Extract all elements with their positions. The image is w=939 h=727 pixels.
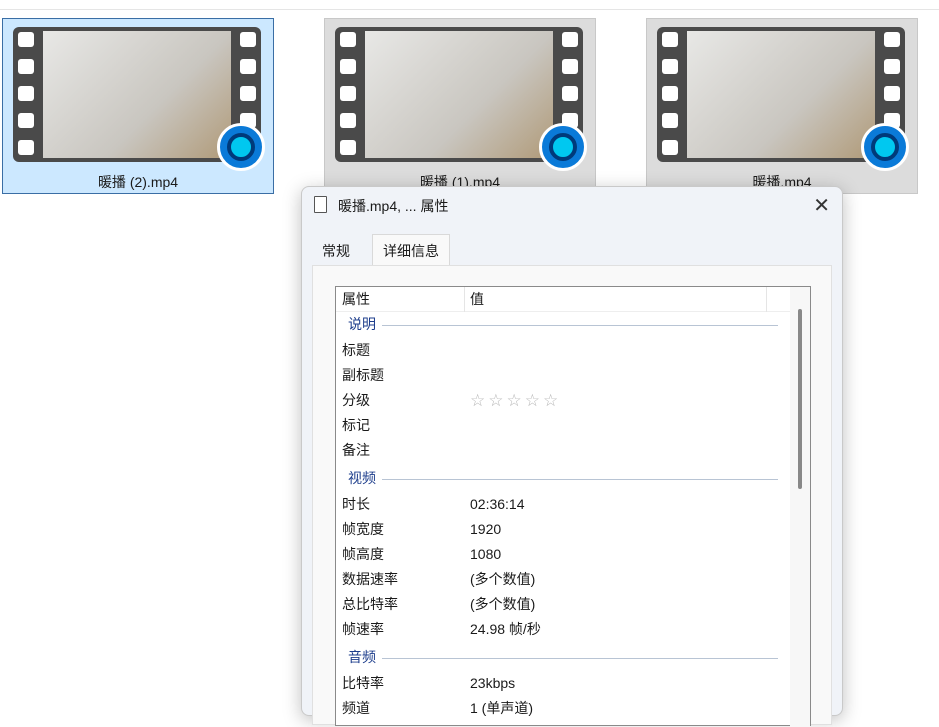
property-row[interactable]: 时长 02:36:14	[342, 492, 782, 517]
group-divider	[382, 325, 778, 326]
file-name: 暖播 (2).mp4	[97, 174, 179, 190]
property-name: 备注	[342, 442, 370, 458]
rating-stars[interactable]: ☆☆☆☆☆	[470, 388, 561, 413]
property-name: 比特率	[342, 675, 384, 691]
group-divider	[382, 479, 778, 480]
property-value: (多个数值)	[470, 596, 536, 612]
thumbnail-image	[365, 31, 553, 158]
property-value: 23kbps	[470, 675, 516, 691]
property-name: 分级	[342, 392, 370, 408]
column-header-value[interactable]: 值	[470, 287, 484, 312]
property-name: 标题	[342, 342, 370, 358]
file-tile[interactable]: 暖播.mp4	[646, 18, 918, 194]
thumbnail-image	[43, 31, 231, 158]
list-header: 属性 值	[336, 287, 790, 312]
property-row[interactable]: 帧宽度 1920	[342, 517, 782, 542]
property-name: 标记	[342, 417, 370, 433]
group-audio: 音频	[348, 649, 376, 665]
tab-details[interactable]: 详细信息	[372, 234, 450, 265]
column-header-property[interactable]: 属性	[342, 291, 370, 307]
property-row[interactable]: 数据速率 (多个数值)	[342, 567, 782, 592]
tab-general[interactable]: 常规	[312, 235, 360, 265]
property-value: 02:36:14	[470, 496, 525, 512]
property-row[interactable]: 帧速率 24.98 帧/秒	[342, 617, 782, 642]
property-row[interactable]: 频道 1 (单声道)	[342, 696, 782, 721]
property-row[interactable]: 比特率 23kbps	[342, 671, 782, 696]
details-panel: 属性 值 说明标题副标题分级 ☆☆☆☆☆ 标记备注视频时长 02:36:14 帧宽度 192…	[312, 265, 832, 727]
property-name: 总比特率	[342, 596, 398, 612]
file-tile[interactable]: 暖播 (1).mp4	[324, 18, 596, 194]
group-divider	[382, 658, 778, 659]
video-player-icon	[861, 123, 909, 171]
property-name: 副标题	[342, 367, 384, 383]
property-value: 1 (单声道)	[470, 700, 533, 716]
property-row[interactable]: 帧高度 1080	[342, 542, 782, 567]
group-video: 视频	[348, 470, 376, 486]
thumbnail-image	[687, 31, 875, 158]
property-row[interactable]: 分级 ☆☆☆☆☆	[342, 388, 782, 413]
property-list[interactable]: 属性 值 说明标题副标题分级 ☆☆☆☆☆ 标记备注视频时长 02:36:14 帧宽度 192…	[335, 286, 811, 727]
file-icon	[314, 196, 327, 213]
dialog-title: 暖播.mp4, ... 属性	[338, 198, 449, 214]
divider	[0, 9, 939, 10]
property-value: (多个数值)	[470, 571, 536, 587]
property-name: 帧速率	[342, 621, 384, 637]
scrollbar-thumb[interactable]	[798, 309, 802, 489]
property-name: 时长	[342, 496, 370, 512]
property-row[interactable]: 副标题	[342, 363, 782, 388]
video-player-icon	[217, 123, 265, 171]
property-row[interactable]: 总比特率 (多个数值)	[342, 592, 782, 617]
property-row[interactable]: 备注	[342, 438, 782, 463]
file-tile[interactable]: 暖播 (2).mp4	[2, 18, 274, 194]
group-desc: 说明	[348, 316, 376, 332]
close-button[interactable]: ✕	[813, 193, 830, 218]
property-name: 帧宽度	[342, 521, 384, 537]
properties-dialog: 暖播.mp4, ... 属性 ✕ 常规 详细信息 属性 值 说明标题副标题分级 ☆☆…	[301, 186, 843, 727]
property-value: 1080	[470, 546, 502, 562]
property-value: 1920	[470, 521, 502, 537]
property-row[interactable]: 标题	[342, 338, 782, 363]
property-name: 频道	[342, 700, 370, 716]
video-player-icon	[539, 123, 587, 171]
scrollbar[interactable]	[790, 287, 810, 727]
property-row[interactable]: 标记	[342, 413, 782, 438]
property-value: 24.98 帧/秒	[470, 621, 541, 637]
property-name: 数据速率	[342, 571, 398, 587]
property-name: 帧高度	[342, 546, 384, 562]
